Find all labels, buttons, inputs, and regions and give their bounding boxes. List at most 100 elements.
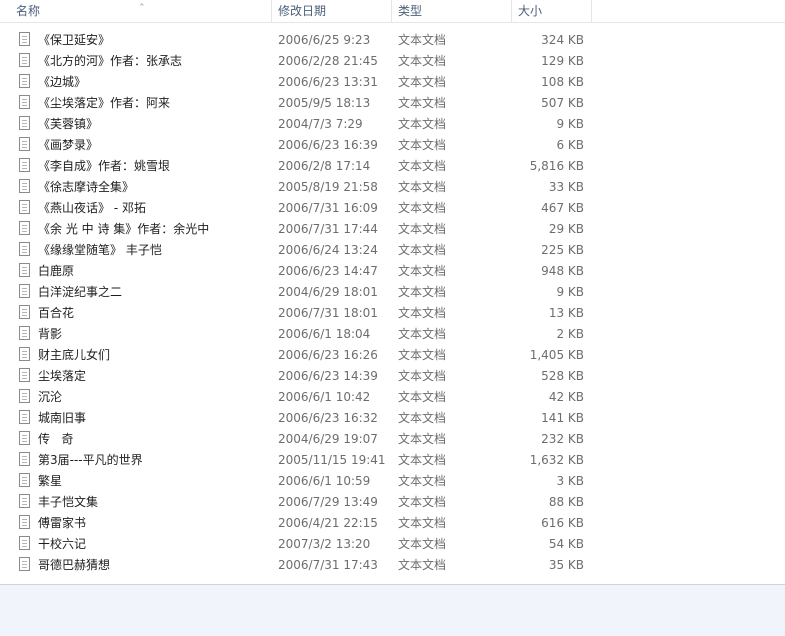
file-row[interactable]: 白洋淀纪事之二 2004/6/29 18:01 文本文档 9 KB	[0, 282, 600, 303]
file-size: 141 KB	[541, 411, 584, 425]
file-size: 9 KB	[556, 117, 584, 131]
file-size: 13 KB	[548, 306, 584, 320]
file-name: 《芙蓉镇》	[38, 117, 99, 131]
file-size: 5,816 KB	[529, 159, 584, 173]
file-type: 文本文档	[398, 117, 447, 131]
file-name: 干校六记	[38, 537, 87, 551]
file-date: 2006/6/23 16:26	[278, 348, 378, 362]
file-type: 文本文档	[398, 243, 447, 257]
file-date: 2006/6/23 16:39	[278, 138, 378, 152]
text-document-icon	[19, 221, 30, 235]
text-document-icon	[19, 557, 30, 571]
file-type: 文本文档	[398, 201, 447, 215]
file-name: 《边城》	[38, 75, 87, 89]
file-name: 《保卫延安》	[38, 33, 111, 47]
text-document-icon	[19, 116, 30, 130]
file-row[interactable]: 传 奇 2004/6/29 19:07 文本文档 232 KB	[0, 429, 600, 450]
file-type: 文本文档	[398, 348, 447, 362]
text-document-icon	[19, 53, 30, 67]
file-row[interactable]: 财主底儿女们 2006/6/23 16:26 文本文档 1,405 KB	[0, 345, 600, 366]
text-document-icon	[19, 536, 30, 550]
column-header-name-label: 名称	[16, 4, 41, 18]
file-name: 城南旧事	[38, 411, 87, 425]
column-header-type[interactable]: 类型	[392, 0, 512, 22]
file-list: 《保卫延安》 2006/6/25 9:23 文本文档 324 KB 《北方的河》作者：张…	[0, 30, 785, 584]
file-name: 丰子恺文集	[38, 495, 99, 509]
file-type: 文本文档	[398, 516, 447, 530]
file-name: 《徐志摩诗全集》	[38, 180, 135, 194]
file-name: 《画梦录》	[38, 138, 99, 152]
file-date: 2006/7/31 17:44	[278, 222, 378, 236]
file-row[interactable]: 《保卫延安》 2006/6/25 9:23 文本文档 324 KB	[0, 30, 600, 51]
file-size: 33 KB	[548, 180, 584, 194]
file-date: 2006/6/1 18:04	[278, 327, 371, 341]
file-size: 129 KB	[541, 54, 584, 68]
file-date: 2006/2/28 21:45	[278, 54, 378, 68]
file-date: 2006/6/1 10:59	[278, 474, 371, 488]
column-header-size[interactable]: 大小	[512, 0, 592, 22]
file-name: 繁星	[38, 474, 63, 488]
file-date: 2005/9/5 18:13	[278, 96, 371, 110]
file-type: 文本文档	[398, 369, 447, 383]
file-type: 文本文档	[398, 327, 447, 341]
file-type: 文本文档	[398, 180, 447, 194]
file-row[interactable]: 尘埃落定 2006/6/23 14:39 文本文档 528 KB	[0, 366, 600, 387]
file-size: 467 KB	[541, 201, 584, 215]
file-row[interactable]: 第3届---平凡的世界 2005/11/15 19:41 文本文档 1,632 KB	[0, 450, 600, 471]
file-row[interactable]: 繁星 2006/6/1 10:59 文本文档 3 KB	[0, 471, 600, 492]
file-row[interactable]: 背影 2006/6/1 18:04 文本文档 2 KB	[0, 324, 600, 345]
file-row[interactable]: 丰子恺文集 2006/7/29 13:49 文本文档 88 KB	[0, 492, 600, 513]
file-type: 文本文档	[398, 264, 447, 278]
file-row[interactable]: 《缘缘堂随笔》 丰子恺 2006/6/24 13:24 文本文档 225 KB	[0, 240, 600, 261]
file-name: 背影	[38, 327, 63, 341]
file-date: 2006/7/31 18:01	[278, 306, 378, 320]
text-document-icon	[19, 32, 30, 46]
file-row[interactable]: 《边城》 2006/6/23 13:31 文本文档 108 KB	[0, 72, 600, 93]
file-date: 2006/6/24 13:24	[278, 243, 378, 257]
file-type: 文本文档	[398, 453, 447, 467]
file-size: 1,405 KB	[529, 348, 584, 362]
file-row[interactable]: 《李自成》作者：姚雪垠 2006/2/8 17:14 文本文档 5,816 KB	[0, 156, 600, 177]
file-type: 文本文档	[398, 558, 447, 572]
file-type: 文本文档	[398, 159, 447, 173]
file-name: 百合花	[38, 306, 75, 320]
file-name: 白鹿原	[38, 264, 75, 278]
file-date: 2006/6/23 16:32	[278, 411, 378, 425]
file-type: 文本文档	[398, 411, 447, 425]
file-row[interactable]: 《芙蓉镇》 2004/7/3 7:29 文本文档 9 KB	[0, 114, 600, 135]
text-document-icon	[19, 389, 30, 403]
file-row[interactable]: 干校六记 2007/3/2 13:20 文本文档 54 KB	[0, 534, 600, 555]
file-row[interactable]: 白鹿原 2006/6/23 14:47 文本文档 948 KB	[0, 261, 600, 282]
file-row[interactable]: 《画梦录》 2006/6/23 16:39 文本文档 6 KB	[0, 135, 600, 156]
file-row[interactable]: 《燕山夜话》 - 邓拓 2006/7/31 16:09 文本文档 467 KB	[0, 198, 600, 219]
file-name: 《尘埃落定》作者：阿来	[38, 96, 171, 110]
file-name: 白洋淀纪事之二	[38, 285, 123, 299]
column-header-name[interactable]: 名称 ⌃	[0, 0, 272, 22]
file-date: 2006/7/31 16:09	[278, 201, 378, 215]
text-document-icon	[19, 326, 30, 340]
file-name: 尘埃落定	[38, 369, 87, 383]
file-row[interactable]: 傅雷家书 2006/4/21 22:15 文本文档 616 KB	[0, 513, 600, 534]
file-type: 文本文档	[398, 54, 447, 68]
file-date: 2006/4/21 22:15	[278, 516, 378, 530]
file-row[interactable]: 《北方的河》作者：张承志 2006/2/28 21:45 文本文档 129 KB	[0, 51, 600, 72]
file-row[interactable]: 沉沦 2006/6/1 10:42 文本文档 42 KB	[0, 387, 600, 408]
file-type: 文本文档	[398, 285, 447, 299]
file-row[interactable]: 《尘埃落定》作者：阿来 2005/9/5 18:13 文本文档 507 KB	[0, 93, 600, 114]
file-size: 29 KB	[548, 222, 584, 236]
file-name: 《缘缘堂随笔》 丰子恺	[38, 243, 162, 257]
column-header-date[interactable]: 修改日期	[272, 0, 392, 22]
text-document-icon	[19, 158, 30, 172]
file-row[interactable]: 《余 光 中 诗 集》作者：余光中 2006/7/31 17:44 文本文档 29 K…	[0, 219, 600, 240]
explorer-window: 名称 ⌃ 修改日期 类型 大小 《保卫延安》 2006/6/25 9:23 文本文档…	[0, 0, 785, 636]
file-row[interactable]: 城南旧事 2006/6/23 16:32 文本文档 141 KB	[0, 408, 600, 429]
file-row[interactable]: 百合花 2006/7/31 18:01 文本文档 13 KB	[0, 303, 600, 324]
file-name: 《北方的河》作者：张承志	[38, 54, 183, 68]
file-date: 2006/7/31 17:43	[278, 558, 378, 572]
file-row[interactable]: 《徐志摩诗全集》 2005/8/19 21:58 文本文档 33 KB	[0, 177, 600, 198]
file-date: 2006/6/25 9:23	[278, 33, 371, 47]
file-size: 35 KB	[548, 558, 584, 572]
file-row[interactable]: 哥德巴赫猜想 2006/7/31 17:43 文本文档 35 KB	[0, 555, 600, 576]
file-name: 《余 光 中 诗 集》作者：余光中	[38, 222, 210, 236]
text-document-icon	[19, 263, 30, 277]
